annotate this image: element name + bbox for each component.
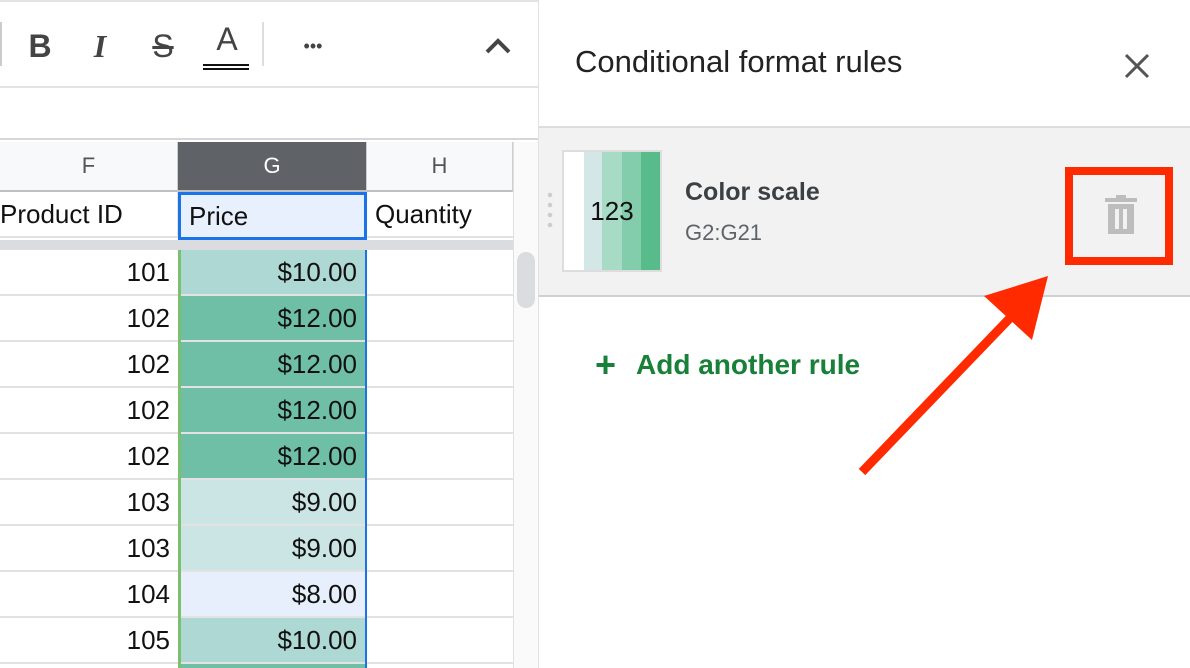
divider xyxy=(262,22,264,66)
quantity-cell[interactable] xyxy=(367,526,513,572)
product-id-cell[interactable]: 104 xyxy=(0,572,178,618)
drag-handle-icon[interactable] xyxy=(547,190,553,230)
quantity-cell[interactable] xyxy=(367,572,513,618)
quantity-cell[interactable] xyxy=(367,342,513,388)
vertical-scrollbar[interactable] xyxy=(513,142,538,668)
rule-card[interactable]: 123 Color scale G2:G21 xyxy=(539,128,1190,297)
italic-button[interactable]: I xyxy=(80,24,120,68)
price-cell[interactable]: $8.00 xyxy=(178,572,367,618)
selection-border-right xyxy=(365,250,367,668)
price-cell[interactable]: $10.00 xyxy=(178,250,367,296)
price-cell[interactable]: $9.00 xyxy=(178,526,367,572)
rule-range: G2:G21 xyxy=(685,220,762,246)
text-color-button[interactable]: A xyxy=(204,16,250,62)
quantity-cell[interactable] xyxy=(367,618,513,664)
conditional-format-panel: Conditional format rules 123 Color scale… xyxy=(538,0,1190,668)
product-id-cell[interactable]: 103 xyxy=(0,480,178,526)
plus-icon: + xyxy=(595,344,616,386)
quantity-cell[interactable] xyxy=(367,434,513,480)
text-color-indicator xyxy=(203,64,249,70)
close-button[interactable] xyxy=(1119,48,1155,84)
product-id-cell[interactable]: 102 xyxy=(0,342,178,388)
close-icon xyxy=(1119,48,1155,84)
column-header-f[interactable]: F xyxy=(0,142,178,192)
rule-preview: 123 xyxy=(562,150,662,272)
formula-bar[interactable] xyxy=(0,88,538,140)
product-id-cell[interactable]: 105 xyxy=(0,618,178,664)
highlight-box xyxy=(1065,167,1173,265)
price-cell[interactable]: $9.00 xyxy=(178,480,367,526)
spreadsheet: B I S A ••• F G H Product ID Price Quant… xyxy=(0,0,538,668)
range-border-left xyxy=(178,250,181,668)
price-cell[interactable]: $12.00 xyxy=(178,388,367,434)
product-id-cell[interactable]: 102 xyxy=(0,388,178,434)
quantity-cell[interactable] xyxy=(367,480,513,526)
chevron-up-icon xyxy=(484,37,512,55)
quantity-cell[interactable] xyxy=(367,296,513,342)
preview-text: 123 xyxy=(564,152,660,270)
divider xyxy=(0,22,2,66)
product-id-cell[interactable]: 102 xyxy=(0,296,178,342)
more-options-icon[interactable]: ••• xyxy=(288,24,338,68)
bold-button[interactable]: B xyxy=(20,24,60,68)
header-cell-price[interactable]: Price xyxy=(178,192,367,240)
product-id-cell[interactable]: 102 xyxy=(0,434,178,480)
panel-title: Conditional format rules xyxy=(575,44,902,80)
rule-name: Color scale xyxy=(685,178,820,207)
frozen-row-divider[interactable] xyxy=(0,240,513,250)
scrollbar-thumb[interactable] xyxy=(517,252,535,308)
strikethrough-button[interactable]: S xyxy=(143,24,183,68)
toolbar: B I S A ••• xyxy=(0,0,538,88)
price-cell[interactable]: $12.00 xyxy=(178,342,367,388)
product-id-cell[interactable]: 103 xyxy=(0,526,178,572)
column-header-h[interactable]: H xyxy=(367,142,513,192)
price-cell[interactable] xyxy=(178,664,367,668)
price-cell[interactable]: $12.00 xyxy=(178,296,367,342)
collapse-toolbar-button[interactable] xyxy=(476,24,520,68)
column-header-g[interactable]: G xyxy=(178,142,367,192)
header-cell-product-id[interactable]: Product ID xyxy=(0,192,178,238)
quantity-cell[interactable] xyxy=(367,250,513,296)
price-cell[interactable]: $10.00 xyxy=(178,618,367,664)
add-rule-label: Add another rule xyxy=(636,349,860,381)
header-cell-quantity[interactable]: Quantity xyxy=(367,192,513,238)
add-rule-button[interactable]: + Add another rule xyxy=(595,344,860,386)
product-id-cell[interactable]: 101 xyxy=(0,250,178,296)
price-cell[interactable]: $12.00 xyxy=(178,434,367,480)
quantity-cell[interactable] xyxy=(367,388,513,434)
